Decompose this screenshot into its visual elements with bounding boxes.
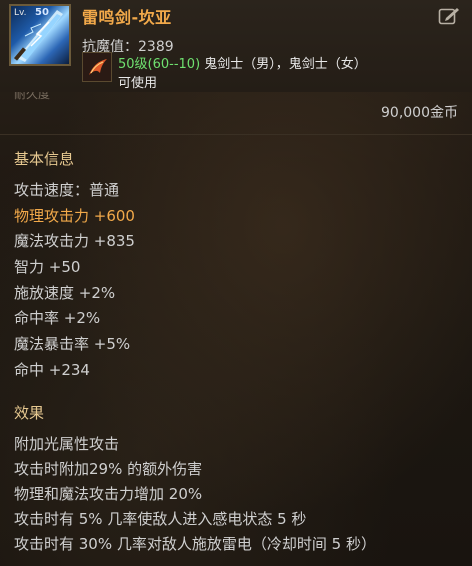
effects-list: 附加光属性攻击 攻击时附加29% 的额外伤害 物理和魔法攻击力增加 20% 攻击… <box>14 432 376 557</box>
stat-attack-speed: 攻击速度：普通 <box>14 181 120 199</box>
item-name: 雷鸣剑-坎亚 <box>82 8 172 27</box>
required-level: 50级(60--10) <box>118 57 201 72</box>
usable-status: 可使用 <box>118 76 158 91</box>
basic-info-title: 基本信息 <box>14 150 75 168</box>
durability-partial: 耐久度 <box>14 92 51 100</box>
lightning-sword-icon: Lv. 50 <box>9 4 71 66</box>
item-tooltip: Lv. 50 雷鸣剑-坎亚 抗魔值：2389 50级(60--10) 鬼剑士（男… <box>0 0 472 566</box>
effect-item: 附加光属性攻击 <box>14 435 120 453</box>
stat-intelligence: 智力 +50 <box>14 258 81 277</box>
effect-item: 物理和魔法攻击力增加 20% <box>14 485 203 503</box>
stat-physical-attack: 物理攻击力 +600 <box>14 206 135 225</box>
stat-magic-attack: 魔法攻击力 +835 <box>14 232 135 251</box>
class-emblem-icon <box>82 52 112 82</box>
effect-item: 攻击时附加29% 的额外伤害 <box>14 460 203 478</box>
tooltip-header: Lv. 50 雷鸣剑-坎亚 抗魔值：2389 50级(60--10) 鬼剑士（男… <box>0 0 472 92</box>
effect-item: 攻击时有 30% 几率对敌人施放雷电（冷却时间 5 秒） <box>14 535 376 553</box>
stat-cast-speed: 施放速度 +2% <box>14 283 116 302</box>
effect-item: 攻击时有 5% 几率使敌人进入感电状态 5 秒 <box>14 510 307 528</box>
required-classes: 鬼剑士（男），鬼剑士（女） <box>200 57 367 72</box>
sell-price: 90,000金币 <box>381 105 458 121</box>
divider <box>0 134 472 135</box>
edit-icon[interactable] <box>438 6 460 26</box>
effects-title: 效果 <box>14 404 45 422</box>
stat-magic-crit: 魔法暴击率 +5% <box>14 335 131 354</box>
grade-tag: 50 <box>35 7 49 18</box>
basic-stats-list: 攻击速度：普通 物理攻击力 +600 魔法攻击力 +835 智力 +50 施放速… <box>14 178 135 384</box>
stat-hit: 命中 +234 <box>14 360 90 379</box>
requirement-line: 50级(60--10) 鬼剑士（男），鬼剑士（女） <box>118 53 367 72</box>
stat-hit-rate: 命中率 +2% <box>14 309 101 328</box>
level-tag: Lv. <box>14 8 27 18</box>
